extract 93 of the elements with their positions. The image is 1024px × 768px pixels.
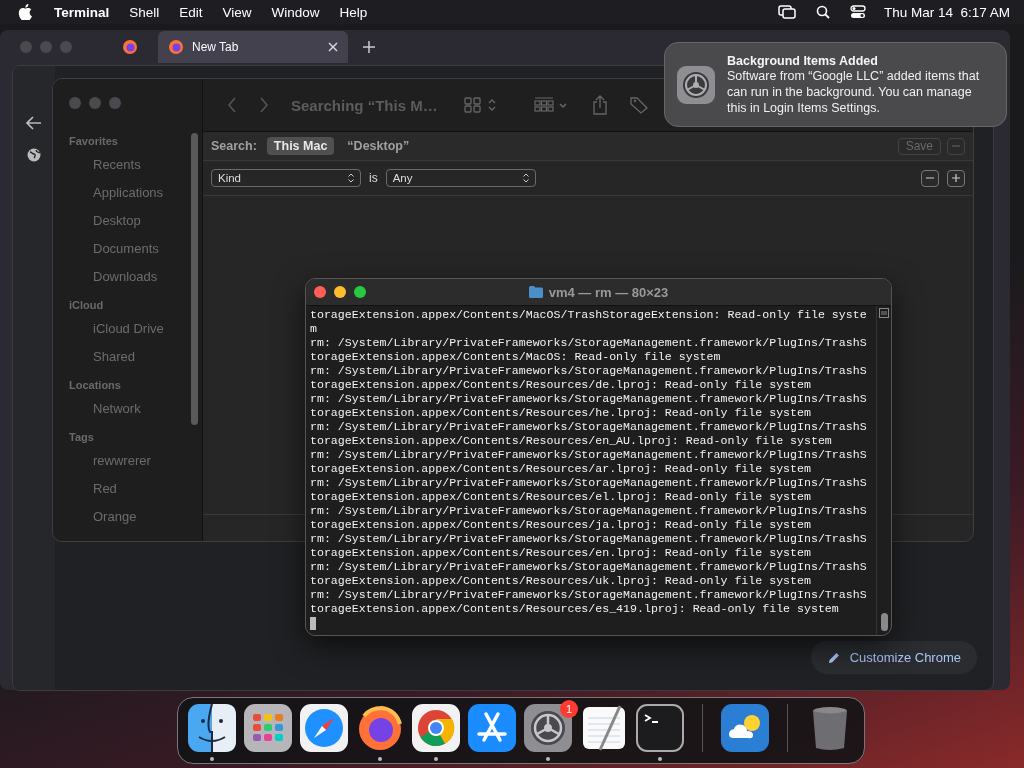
firefox-icon — [122, 39, 138, 55]
gear-icon[interactable] — [524, 704, 572, 752]
split-pane-icon[interactable] — [879, 308, 889, 318]
search-scope-label: Search: — [211, 139, 257, 153]
terminal-line: rm: /System/Library/PrivateFrameworks/StorageManagement.framework/PlugIns/TrashS — [310, 588, 868, 602]
folder-icon — [528, 286, 543, 298]
terminal-line: rm: /System/Library/PrivateFrameworks/StorageManagement.framework/PlugIns/TrashS — [310, 476, 868, 490]
search-icon[interactable] — [815, 5, 830, 19]
sidebar-heading: Locations — [69, 379, 122, 393]
firefox-icon — [168, 39, 184, 55]
terminal-line: torageExtension.appex/Contents/Resources/ar.lproj: Read-only file system — [310, 462, 812, 476]
terminal-line: rm: /System/Library/PrivateFrameworks/StorageManagement.framework/PlugIns/TrashS — [310, 420, 868, 434]
operator-label: is — [369, 171, 378, 185]
chrome-icon[interactable] — [412, 704, 460, 752]
group-icon[interactable] — [533, 97, 570, 113]
app-store-icon[interactable] — [468, 704, 516, 752]
terminal-line: torageExtension.appex/Contents/Resources/en.lproj: Read-only file system — [310, 546, 812, 560]
terminal-line: torageExtension.appex/Contents/Resources/el.lproj: Read-only file system — [310, 490, 812, 504]
minimize-button[interactable] — [334, 286, 346, 298]
back-arrow-icon[interactable] — [26, 116, 42, 130]
menu-item[interactable]: View — [222, 4, 252, 20]
menu-bar-clock[interactable]: Thu Mar 14 6:17 AM — [883, 4, 1010, 20]
notepad-pen-icon[interactable] — [580, 704, 628, 752]
terminal-line: torageExtension.appex/Contents/MacOS/TrashStorageExtension: Read-only file syste — [310, 308, 868, 322]
sidebar-heading: Tags — [69, 431, 95, 445]
terminal-line: torageExtension.appex/Contents/Resources/uk.lproj: Read-only file system — [310, 574, 812, 588]
browser-tab[interactable]: New Tab — [158, 31, 348, 63]
plus-icon — [952, 174, 960, 182]
share-icon[interactable] — [591, 95, 608, 115]
compass-icon[interactable] — [300, 704, 348, 752]
app-menu[interactable]: Terminal — [54, 4, 110, 20]
app-grid-icon[interactable] — [244, 704, 292, 752]
terminal-icon[interactable] — [636, 704, 684, 752]
search-scope-option[interactable]: This Mac — [266, 137, 335, 155]
notification-title: Background Items Added — [727, 53, 879, 68]
customize-chrome-button[interactable]: Customize Chrome — [810, 641, 977, 674]
value-dropdown[interactable]: Any — [385, 169, 536, 187]
close-icon[interactable] — [328, 42, 338, 52]
terminal-line: rm: /System/Library/PrivateFrameworks/StorageManagement.framework/PlugIns/TrashS — [310, 560, 868, 574]
terminal-line: torageExtension.appex/Contents/Resources/en_AU.lproj: Read-only file system — [310, 434, 833, 448]
fox-globe-icon[interactable] — [356, 704, 404, 752]
apple-logo-icon[interactable] — [18, 4, 32, 20]
cloud-sun-icon[interactable] — [721, 704, 769, 752]
tag-icon[interactable] — [629, 96, 648, 114]
sidebar-heading: iCloud — [69, 299, 105, 313]
sidebar-heading: Favorites — [69, 135, 119, 149]
terminal-line: rm: /System/Library/PrivateFrameworks/StorageManagement.framework/PlugIns/TrashS — [310, 532, 868, 546]
up-down-chevron-icon — [348, 173, 354, 183]
text-cursor — [310, 617, 316, 630]
terminal-line: torageExtension.appex/Contents/Resources/es_419.lproj: Read-only file system — [310, 602, 840, 616]
new-tab-icon[interactable] — [362, 40, 376, 54]
up-down-chevron-icon — [522, 173, 529, 183]
terminal-line: torageExtension.appex/Contents/Resources/de.lproj: Read-only file system — [310, 378, 812, 392]
search-scope-option[interactable]: “Desktop” — [340, 137, 417, 155]
notification-message: Software from “Google LLC” added items that can run in the background. You can manage this in Login Items Settings. — [727, 68, 981, 116]
terminal-line: rm: /System/Library/PrivateFrameworks/StorageManagement.framework/PlugIns/TrashS — [310, 448, 868, 462]
running-indicator — [658, 757, 662, 761]
minus-icon — [926, 174, 934, 182]
finder-icon[interactable] — [188, 704, 236, 752]
terminal-line: torageExtension.appex/Contents/MacOS: Read-only file system — [310, 350, 722, 364]
menu-item[interactable]: Shell — [129, 4, 160, 20]
scrollbar-thumb[interactable] — [880, 613, 888, 631]
window-title: vm4 — rm — 80×23 — [548, 284, 669, 300]
terminal-line: m — [310, 322, 318, 336]
notification-banner[interactable]: Background Items Added Software from “Google LLC” added items that can run in the background. You can manage this in Login Items Settings. — [664, 42, 1007, 127]
running-indicator — [378, 757, 382, 761]
menu-item[interactable]: Help — [339, 4, 368, 20]
terminal-line: rm: /System/Library/PrivateFrameworks/StorageManagement.framework/PlugIns/TrashS — [310, 504, 868, 518]
pencil-icon — [826, 650, 841, 665]
screen-mirroring-icon[interactable] — [777, 5, 796, 19]
globe-icon[interactable] — [27, 148, 41, 162]
minus-icon — [952, 142, 960, 150]
scrollbar[interactable] — [191, 133, 198, 425]
running-indicator — [434, 757, 438, 761]
terminal-line: torageExtension.appex/Contents/Resources/he.lproj: Read-only file system — [310, 406, 812, 420]
zoom-button[interactable] — [354, 286, 366, 298]
menu-item[interactable]: Edit — [179, 4, 203, 20]
remove-criterion-button[interactable] — [921, 169, 939, 187]
menu-item[interactable]: Window — [271, 4, 320, 20]
terminal-line: rm: /System/Library/PrivateFrameworks/StorageManagement.framework/PlugIns/TrashS — [310, 364, 868, 378]
add-criterion-button[interactable] — [947, 169, 965, 187]
icon-view-icon[interactable] — [463, 97, 498, 113]
control-center-icon[interactable] — [849, 5, 866, 19]
running-indicator — [210, 757, 214, 761]
close-button[interactable] — [314, 286, 326, 298]
notification-badge: 1 — [560, 700, 578, 718]
attribute-dropdown[interactable]: Kind — [211, 169, 361, 187]
running-indicator — [546, 757, 550, 761]
window-title: Searching “This M… — [291, 96, 438, 114]
terminal-line: rm: /System/Library/PrivateFrameworks/StorageManagement.framework/PlugIns/TrashS — [310, 392, 868, 406]
terminal-line: rm: /System/Library/PrivateFrameworks/StorageManagement.framework/PlugIns/TrashS — [310, 336, 868, 350]
terminal-line: torageExtension.appex/Contents/Resources/ja.lproj: Read-only file system — [310, 518, 812, 532]
gear-icon — [677, 65, 715, 104]
